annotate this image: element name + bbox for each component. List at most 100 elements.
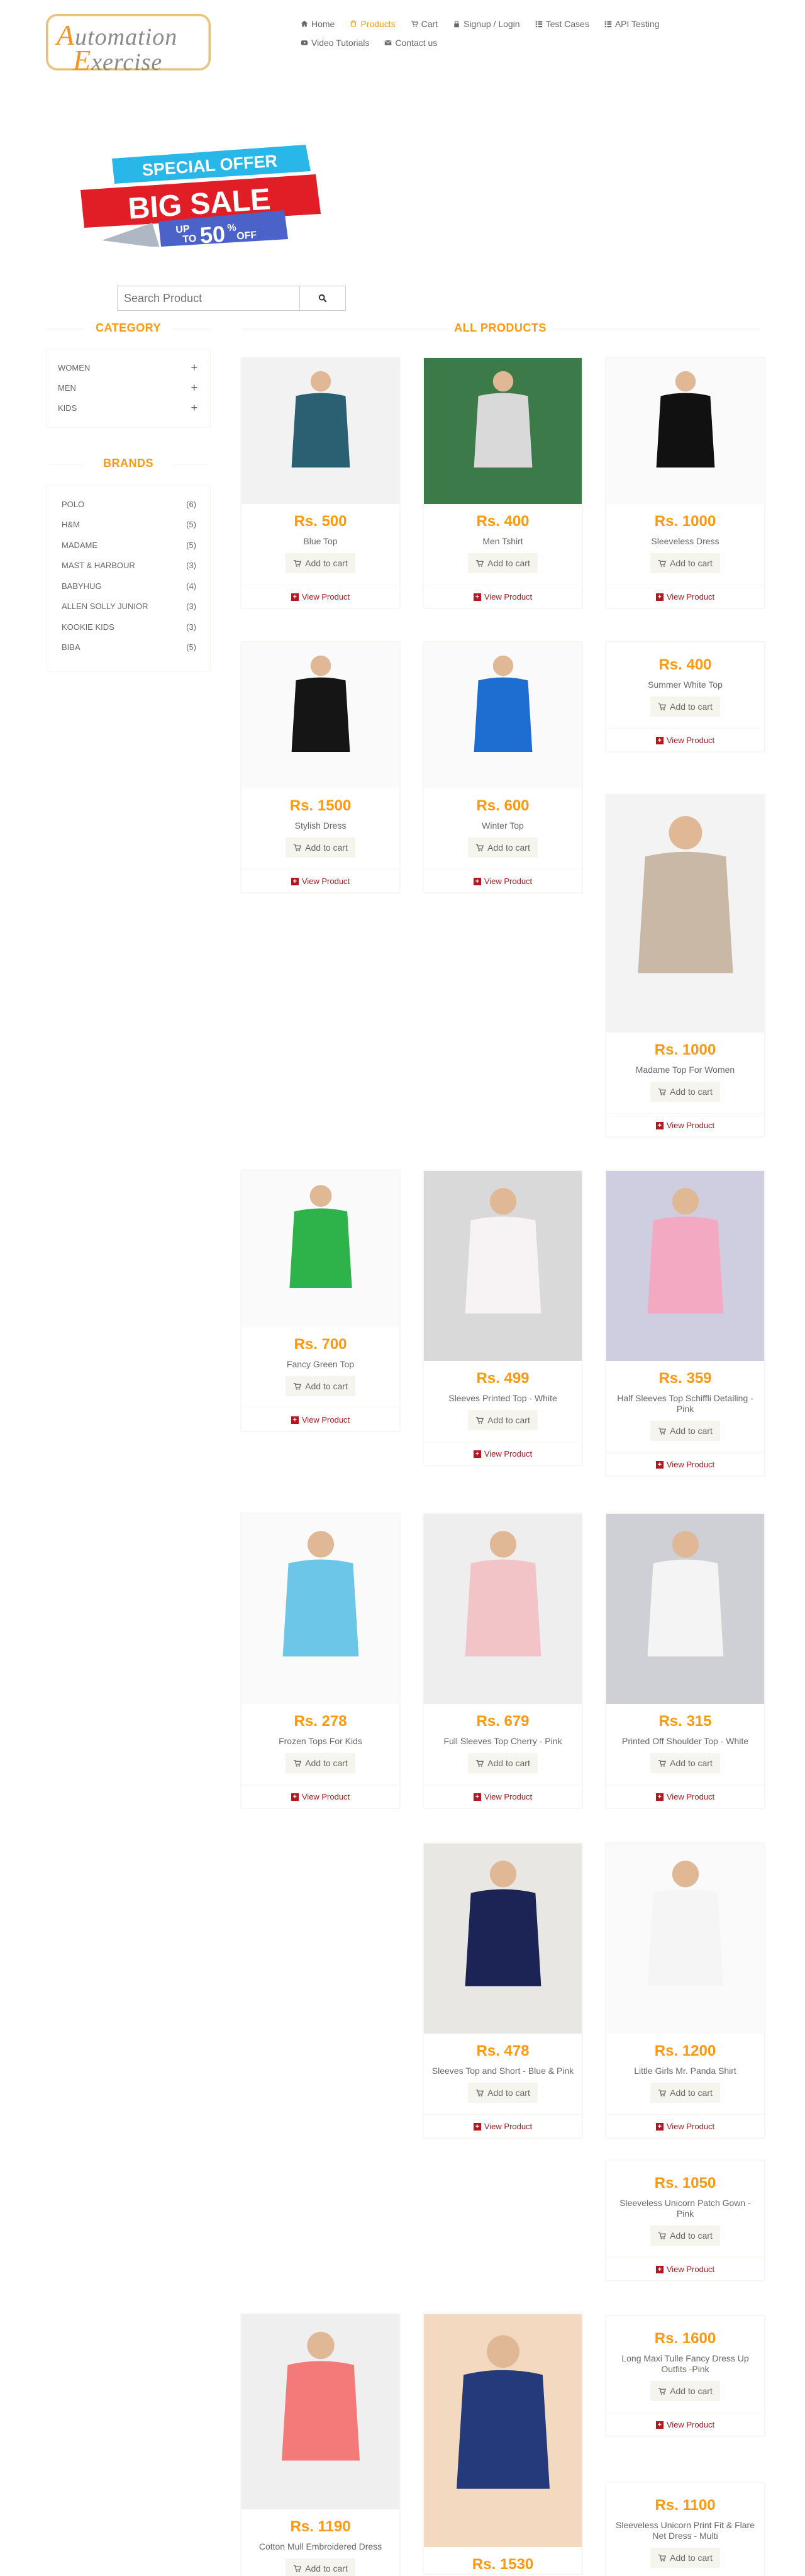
product-photo <box>647 1188 724 1314</box>
product-image[interactable] <box>242 1171 399 1327</box>
add-to-cart-button[interactable]: Add to cart <box>650 553 720 573</box>
view-product-link[interactable]: + View Product <box>424 1784 582 1808</box>
add-to-cart-button[interactable]: Add to cart <box>468 1753 538 1773</box>
product-image[interactable] <box>606 358 764 504</box>
add-to-cart-button[interactable]: Add to cart <box>650 2226 720 2246</box>
brand-item[interactable]: Madame (5) <box>62 535 196 556</box>
svg-text:%: % <box>227 222 236 233</box>
product-image[interactable] <box>606 795 764 1033</box>
view-product-link[interactable]: + View Product <box>242 869 399 892</box>
nav-home[interactable]: Home <box>301 19 335 29</box>
add-to-cart-button[interactable]: Add to cart <box>650 1753 720 1773</box>
view-product-link[interactable]: + View Product <box>242 1408 399 1431</box>
view-product-link[interactable]: + View Product <box>242 585 399 608</box>
nav-products[interactable]: Products <box>350 19 396 29</box>
view-product-label: View Product <box>666 592 715 602</box>
view-product-link[interactable]: + View Product <box>424 1442 582 1465</box>
plus-icon[interactable]: + <box>191 381 197 395</box>
view-product-label: View Product <box>666 2265 715 2274</box>
add-to-cart-label: Add to cart <box>487 843 530 853</box>
brand-item[interactable]: Kookie Kids (3) <box>62 617 196 637</box>
search-bar <box>117 286 346 311</box>
product-card: Rs. 1530 <box>423 2314 582 2574</box>
product-image[interactable] <box>424 1514 582 1704</box>
add-to-cart-button[interactable]: Add to cart <box>650 1421 720 1441</box>
nav-contact-us[interactable]: Contact us <box>384 38 437 48</box>
nav-label: API Testing <box>614 19 660 29</box>
view-product-link[interactable]: + View Product <box>606 2114 764 2137</box>
product-image[interactable] <box>242 1514 399 1704</box>
category-kids[interactable]: Kids + <box>58 398 197 418</box>
cart-icon <box>293 1382 302 1390</box>
nav-video-tutorials[interactable]: Video Tutorials <box>301 38 369 48</box>
category-men[interactable]: Men + <box>58 378 197 398</box>
add-to-cart-button[interactable]: Add to cart <box>650 2548 720 2568</box>
view-product-link[interactable]: + View Product <box>606 2257 764 2280</box>
add-to-cart-label: Add to cart <box>487 1758 530 1768</box>
product-image[interactable] <box>242 2314 399 2509</box>
plus-square-icon: + <box>655 593 663 601</box>
add-to-cart-label: Add to cart <box>670 1087 713 1097</box>
plus-icon[interactable]: + <box>191 401 197 415</box>
search-button[interactable] <box>299 286 346 311</box>
brand-item[interactable]: Biba (5) <box>62 637 196 658</box>
product-image[interactable] <box>606 1171 764 1361</box>
add-to-cart-button[interactable]: Add to cart <box>286 837 355 858</box>
brand-item[interactable]: H&M (5) <box>62 515 196 535</box>
product-image[interactable] <box>424 1844 582 2034</box>
view-product-link[interactable]: + View Product <box>424 2114 582 2137</box>
product-price: Rs. 499 <box>476 1370 530 1387</box>
category-women[interactable]: Women + <box>58 357 197 378</box>
product-image[interactable] <box>424 2314 582 2547</box>
view-product-link[interactable]: + View Product <box>606 1784 764 1808</box>
brand-item[interactable]: Babyhug (4) <box>62 576 196 596</box>
add-to-cart-button[interactable]: Add to cart <box>286 2558 355 2576</box>
nav-api-testing[interactable]: API Testing <box>604 19 660 29</box>
add-to-cart-button[interactable]: Add to cart <box>286 1753 355 1773</box>
product-price: Rs. 359 <box>658 1370 712 1387</box>
brand-item[interactable]: Polo (6) <box>62 494 196 515</box>
add-to-cart-button[interactable]: Add to cart <box>286 553 355 573</box>
add-to-cart-button[interactable]: Add to cart <box>650 1082 720 1102</box>
search-input[interactable] <box>117 286 299 311</box>
svg-text:50: 50 <box>199 221 226 247</box>
add-to-cart-button[interactable]: Add to cart <box>468 837 538 858</box>
add-to-cart-label: Add to cart <box>670 702 713 712</box>
add-to-cart-button[interactable]: Add to cart <box>650 2381 720 2401</box>
product-image[interactable] <box>424 358 582 504</box>
nav-test-cases[interactable]: Test Cases <box>535 19 589 29</box>
brand-item[interactable]: Mast & Harbour (3) <box>62 556 196 576</box>
add-to-cart-button[interactable]: Add to cart <box>468 2083 538 2103</box>
product-image[interactable] <box>606 1514 764 1704</box>
plus-square-icon: + <box>291 593 299 601</box>
product-image[interactable] <box>424 642 582 788</box>
add-to-cart-button[interactable]: Add to cart <box>650 697 720 717</box>
view-product-link[interactable]: + View Product <box>606 1113 764 1136</box>
product-image[interactable] <box>242 358 399 504</box>
nav-cart[interactable]: Cart <box>411 19 438 29</box>
add-to-cart-button[interactable]: Add to cart <box>468 553 538 573</box>
add-to-cart-button[interactable]: Add to cart <box>468 1410 538 1430</box>
add-to-cart-button[interactable]: Add to cart <box>650 2083 720 2103</box>
nav-label: Contact us <box>395 38 438 48</box>
view-product-link[interactable]: + View Product <box>424 869 582 892</box>
brand-item[interactable]: Allen Solly Junior (3) <box>62 596 196 617</box>
cart-icon <box>293 2565 302 2572</box>
product-image[interactable] <box>606 1844 764 2034</box>
view-product-link[interactable]: + View Product <box>606 585 764 608</box>
product-image[interactable] <box>242 642 399 788</box>
site-logo[interactable]: Automation Exercise <box>46 14 211 76</box>
add-to-cart-button[interactable]: Add to cart <box>286 1376 355 1396</box>
product-image[interactable] <box>424 1171 582 1361</box>
view-product-link[interactable]: + View Product <box>606 1452 764 1476</box>
nav-signup-login[interactable]: Signup / Login <box>453 19 520 29</box>
view-product-link[interactable]: + View Product <box>424 585 582 608</box>
plus-icon[interactable]: + <box>191 361 197 374</box>
cart-icon <box>475 559 484 567</box>
view-product-link[interactable]: + View Product <box>606 2412 764 2436</box>
product-card: Rs. 700 Fancy Green Top Add to cart + View P… <box>241 1170 400 1431</box>
product-photo <box>465 1531 541 1657</box>
view-product-link[interactable]: + View Product <box>606 728 764 751</box>
view-product-link[interactable]: + View Product <box>242 1784 399 1808</box>
brand-name: Mast & Harbour <box>62 561 135 571</box>
